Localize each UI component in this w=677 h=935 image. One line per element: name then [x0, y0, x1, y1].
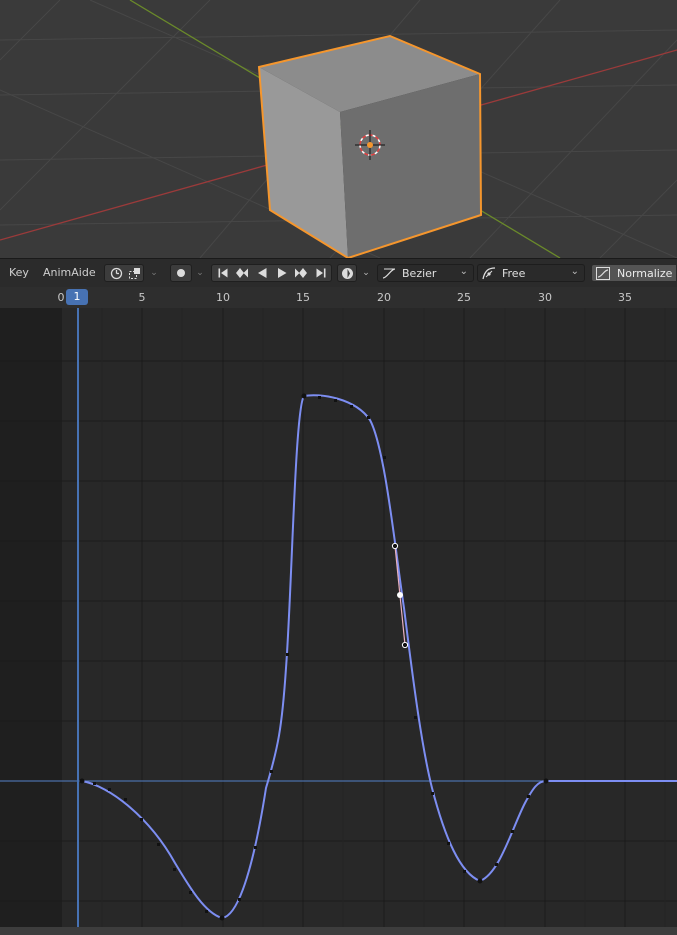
interpolation-value: Bezier — [402, 267, 437, 280]
snapping-dropdown-chevron-icon[interactable]: ⌄ — [148, 265, 160, 281]
ruler-label: 5 — [138, 291, 146, 304]
keyframe-point — [477, 878, 483, 884]
keyframe-point — [543, 778, 549, 784]
auto-key-dropdown-chevron-icon[interactable]: ⌄ — [360, 265, 372, 281]
viewport-scene — [0, 0, 677, 258]
interpolation-dropdown[interactable]: Bezier ⌄ — [377, 264, 474, 282]
ruler-label: 30 — [538, 291, 552, 304]
bezier-handle[interactable] — [391, 542, 399, 550]
bottom-scrollbar[interactable] — [0, 927, 677, 935]
auto-key-button[interactable] — [337, 264, 357, 282]
keyframe-dot-icon — [174, 265, 188, 281]
prev-keyframe-icon[interactable] — [233, 265, 251, 281]
animaide-menu[interactable]: AnimAide — [43, 266, 96, 279]
current-frame-indicator[interactable]: 1 — [66, 289, 88, 305]
normalize-icon — [595, 265, 611, 281]
next-keyframe-icon[interactable] — [292, 265, 310, 281]
ruler-label: 25 — [457, 291, 471, 304]
interpolation-icon — [381, 265, 397, 281]
handle-type-value: Free — [502, 267, 526, 280]
keyframe-point — [301, 393, 307, 399]
pre-range-shade — [0, 308, 62, 927]
graph-area[interactable] — [0, 308, 677, 927]
graph-canvas — [0, 308, 677, 927]
keyframe-point — [79, 778, 85, 784]
ruler-label: 10 — [216, 291, 230, 304]
chevron-down-icon: ⌄ — [459, 266, 468, 277]
fcurve[interactable] — [81, 394, 677, 920]
play-icon[interactable] — [273, 265, 291, 281]
handle-icon — [481, 265, 497, 281]
snapping-button[interactable] — [104, 264, 144, 282]
chevron-down-icon: ⌄ — [570, 266, 579, 277]
auto-key-icon — [340, 265, 354, 281]
jump-start-icon[interactable] — [214, 265, 232, 281]
handle-type-dropdown[interactable]: Free ⌄ — [477, 264, 585, 282]
snap-target-icon — [127, 265, 141, 281]
play-reverse-icon[interactable] — [253, 265, 271, 281]
graph-editor-header: Key AnimAide ⌄ ⌄ ⌄ Bezier ⌄ Free ⌄ Norma… — [0, 258, 677, 287]
snapping-icon — [109, 265, 123, 281]
key-menu[interactable]: Key — [9, 266, 29, 279]
bezier-handle[interactable] — [401, 641, 409, 649]
normalize-label: Normalize — [617, 267, 673, 280]
proportional-button[interactable] — [170, 264, 192, 282]
playback-controls — [211, 264, 332, 282]
selected-keyframe[interactable] — [397, 592, 403, 598]
frame-ruler[interactable]: 0 5 10 15 20 25 30 35 1 — [0, 287, 677, 308]
normalize-toggle[interactable]: Normalize — [591, 264, 677, 282]
ruler-label: 0 — [57, 291, 65, 304]
ruler-label: 35 — [618, 291, 632, 304]
3d-viewport[interactable] — [0, 0, 677, 258]
ruler-label: 15 — [296, 291, 310, 304]
proportional-dropdown-chevron-icon[interactable]: ⌄ — [194, 265, 206, 281]
ruler-label: 20 — [377, 291, 391, 304]
jump-end-icon[interactable] — [312, 265, 330, 281]
keyframe-point — [219, 915, 225, 921]
